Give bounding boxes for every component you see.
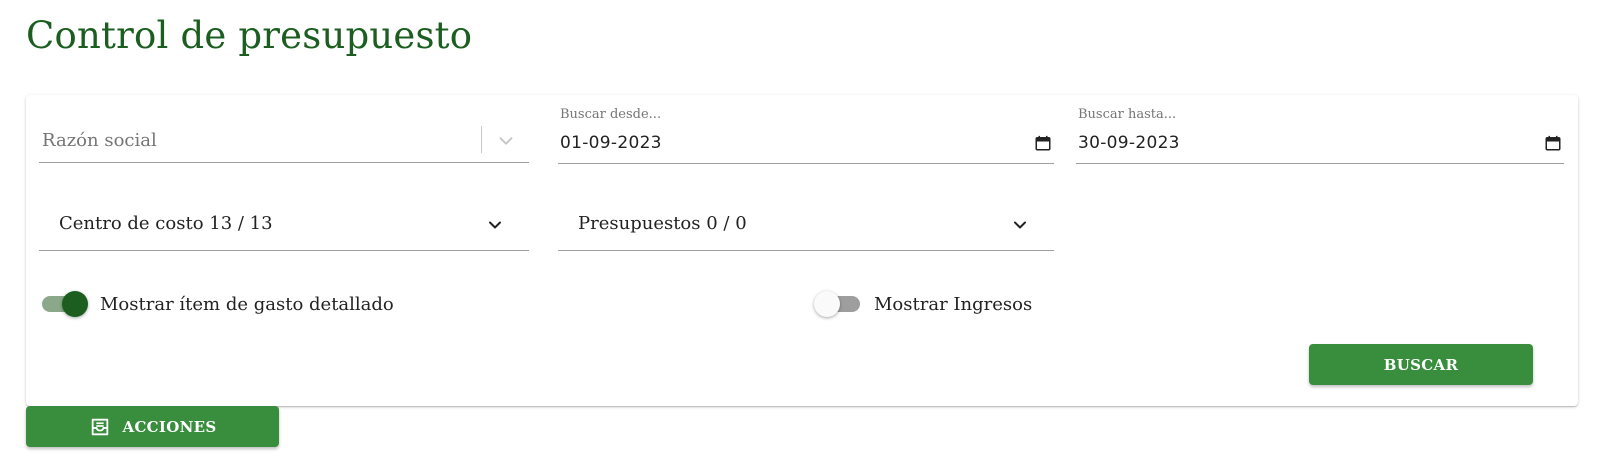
date-from-value[interactable]: 01-09-2023 [560,133,662,153]
search-button-label: BUSCAR [1383,355,1459,374]
actions-button-label: ACCIONES [122,417,217,436]
page: Control de presupuesto Razón social Busc… [0,0,1600,470]
date-to-label: Buscar hasta... [1078,107,1177,122]
detail-toggle-switch[interactable] [40,291,88,317]
switch-thumb [814,291,840,317]
inbox-tray-icon [91,418,108,435]
centro-costo-select[interactable]: Centro de costo 13 / 13 [39,200,529,251]
centro-costo-label: Centro de costo 13 / 13 [59,213,273,234]
switch-thumb [62,291,88,317]
ingresos-toggle-switch[interactable] [814,291,862,317]
presupuestos-label: Presupuestos 0 / 0 [578,213,747,234]
search-button[interactable]: BUSCAR [1309,344,1533,385]
ingresos-toggle-label[interactable]: Mostrar Ingresos [874,294,1032,315]
date-to-value[interactable]: 30-09-2023 [1078,133,1180,153]
chevron-down-icon [1014,221,1026,229]
date-to-field[interactable]: Buscar hasta... 30-09-2023 [1076,107,1564,164]
date-from-field[interactable]: Buscar desde... 01-09-2023 [558,107,1054,164]
ingresos-toggle-row: Mostrar Ingresos [814,291,1032,317]
chevron-down-icon [489,221,501,229]
chevron-down-icon[interactable] [495,130,517,152]
page-title: Control de presupuesto [26,14,473,57]
date-from-label: Buscar desde... [560,107,662,122]
calendar-icon[interactable] [1544,134,1562,152]
detail-toggle-row: Mostrar ítem de gasto detallado [40,291,394,317]
razon-social-placeholder: Razón social [42,130,157,151]
actions-button[interactable]: ACCIONES [26,406,279,447]
detail-toggle-label[interactable]: Mostrar ítem de gasto detallado [100,294,394,315]
select-divider [481,126,482,153]
calendar-icon[interactable] [1034,134,1052,152]
presupuestos-select[interactable]: Presupuestos 0 / 0 [558,200,1054,251]
razon-social-select[interactable]: Razón social [39,120,529,163]
